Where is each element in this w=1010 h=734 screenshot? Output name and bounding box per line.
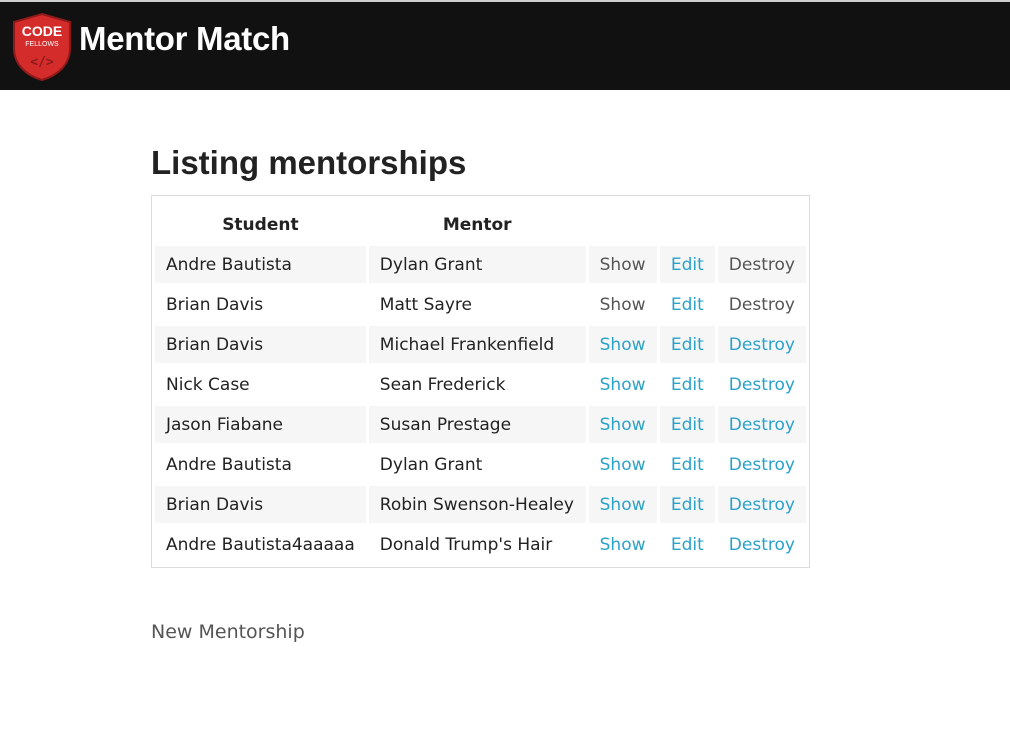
table-row: Andre Bautista Dylan Grant Show Edit Des… bbox=[155, 446, 806, 483]
column-header-mentor: Mentor bbox=[442, 214, 512, 235]
destroy-link[interactable]: Destroy bbox=[729, 335, 795, 355]
student-cell: Andre Bautista bbox=[155, 246, 366, 283]
logo-text-code: CODE bbox=[22, 23, 62, 39]
table-row: Andre Bautista Dylan Grant Show Edit Des… bbox=[155, 246, 806, 283]
table-row: Andre Bautista4aaaaa Donald Trump's Hair… bbox=[155, 526, 806, 563]
mentor-cell: Dylan Grant bbox=[368, 246, 586, 283]
logo-text-fellows: FELLOWS bbox=[25, 41, 59, 48]
show-link[interactable]: Show bbox=[600, 455, 646, 475]
mentor-cell: Sean Frederick bbox=[379, 374, 506, 395]
destroy-link[interactable]: Destroy bbox=[729, 375, 795, 395]
show-link[interactable]: Show bbox=[600, 335, 646, 355]
destroy-link[interactable]: Destroy bbox=[729, 455, 795, 475]
destroy-link[interactable]: Destroy bbox=[729, 295, 795, 315]
table-row: Jason Fiabane Susan Prestage Show Edit D… bbox=[155, 406, 806, 443]
destroy-link[interactable]: Destroy bbox=[729, 415, 795, 435]
edit-link[interactable]: Edit bbox=[671, 535, 704, 555]
student-cell: Andre Bautista4aaaaa bbox=[166, 534, 355, 555]
student-cell: Jason Fiabane bbox=[155, 406, 366, 443]
show-link[interactable]: Show bbox=[600, 495, 646, 515]
table-row: Brian Davis Michael Frankenfield Show Ed… bbox=[155, 326, 806, 363]
destroy-link[interactable]: Destroy bbox=[729, 495, 795, 515]
column-header-edit bbox=[660, 206, 715, 243]
column-header-destroy bbox=[718, 206, 806, 243]
mentor-cell: Susan Prestage bbox=[368, 406, 586, 443]
mentorships-grid: Student Mentor Andre Bautista Dylan Gran… bbox=[152, 203, 809, 566]
column-header-show bbox=[589, 206, 657, 243]
edit-link[interactable]: Edit bbox=[671, 495, 704, 515]
logo-glyph: </> bbox=[30, 55, 54, 70]
edit-link[interactable]: Edit bbox=[671, 335, 704, 355]
edit-link[interactable]: Edit bbox=[671, 415, 704, 435]
show-link[interactable]: Show bbox=[600, 295, 646, 315]
page-title: Listing mentorships bbox=[151, 144, 467, 181]
destroy-link[interactable]: Destroy bbox=[729, 255, 795, 275]
column-header-student: Student bbox=[222, 214, 299, 235]
edit-link[interactable]: Edit bbox=[671, 255, 704, 275]
edit-link[interactable]: Edit bbox=[671, 295, 704, 315]
table-row: Brian Davis Robin Swenson-Healey Show Ed… bbox=[155, 486, 806, 523]
show-link[interactable]: Show bbox=[600, 415, 646, 435]
table-header-row: Student Mentor bbox=[155, 206, 806, 243]
student-cell: Brian Davis bbox=[155, 486, 366, 523]
app-title[interactable]: Mentor Match bbox=[79, 20, 290, 58]
edit-link[interactable]: Edit bbox=[671, 455, 704, 475]
top-bar: CODE FELLOWS </> Mentor Match bbox=[0, 0, 1010, 90]
student-cell: Nick Case bbox=[166, 374, 250, 395]
show-link[interactable]: Show bbox=[600, 255, 646, 275]
table-row: Nick Case Sean Frederick Show Edit Destr… bbox=[155, 366, 806, 403]
table-row: Brian Davis Matt Sayre Show Edit Destroy bbox=[155, 286, 806, 323]
mentor-cell: Matt Sayre bbox=[379, 294, 472, 315]
show-link[interactable]: Show bbox=[600, 375, 646, 395]
code-fellows-logo-icon[interactable]: CODE FELLOWS </> bbox=[10, 12, 74, 82]
student-cell: Andre Bautista bbox=[166, 454, 292, 475]
student-cell: Brian Davis bbox=[155, 326, 366, 363]
mentor-cell: Michael Frankenfield bbox=[368, 326, 586, 363]
show-link[interactable]: Show bbox=[600, 535, 646, 555]
mentorships-table: Student Mentor Andre Bautista Dylan Gran… bbox=[151, 195, 810, 568]
mentor-cell: Dylan Grant bbox=[379, 454, 483, 475]
edit-link[interactable]: Edit bbox=[671, 375, 704, 395]
mentor-cell: Donald Trump's Hair bbox=[379, 534, 553, 555]
mentor-cell: Robin Swenson-Healey bbox=[368, 486, 586, 523]
destroy-link[interactable]: Destroy bbox=[729, 535, 795, 555]
new-mentorship-link[interactable]: New Mentorship bbox=[151, 621, 305, 643]
student-cell: Brian Davis bbox=[166, 294, 264, 315]
